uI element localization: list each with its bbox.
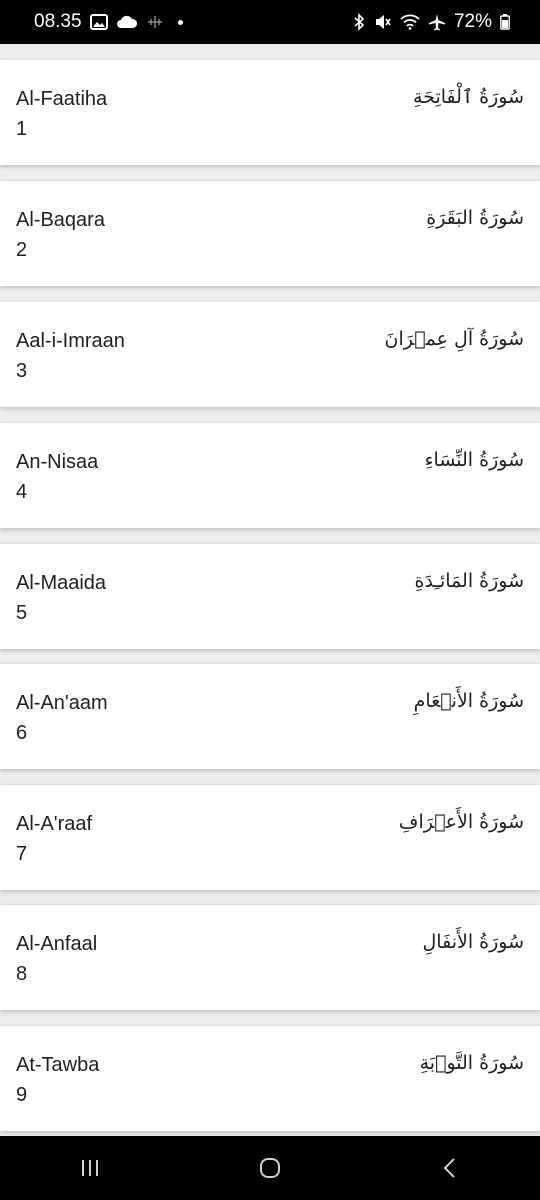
list-item[interactable]: Aal-i-Imraan 3 سُورَةُ آلِ عِمۡرَانَ — [0, 302, 540, 407]
dot-icon — [177, 19, 183, 25]
status-bar-left: 08.35 — [34, 11, 183, 33]
list-item[interactable]: Al-An'aam 6 سُورَةُ الأَنۡعَامِ — [0, 664, 540, 769]
image-icon — [89, 14, 108, 30]
surah-name: Al-An'aam — [16, 692, 108, 714]
list-item[interactable]: At-Tawba 9 سُورَةُ التَّوۡبَةِ — [0, 1026, 540, 1131]
surah-name: Aal-i-Imraan — [16, 330, 125, 352]
status-bar: 08.35 72% — [0, 0, 540, 44]
recent-apps-button[interactable] — [60, 1146, 120, 1190]
list-item[interactable]: Al-Anfaal 8 سُورَةُ الأَنفَالِ — [0, 905, 540, 1010]
list-item[interactable]: Al-Baqara 2 سُورَةُ البَقَرَةِ — [0, 181, 540, 286]
list-item[interactable]: Al-Faatiha 1 سُورَةُ ٱلْفَاتِحَةِ — [0, 60, 540, 165]
surah-name: Al-Faatiha — [16, 88, 108, 110]
surah-number: 9 — [16, 1084, 28, 1106]
bluetooth-icon — [352, 13, 366, 31]
home-button[interactable] — [240, 1146, 300, 1190]
surah-number: 3 — [16, 360, 28, 382]
battery-icon — [500, 14, 510, 30]
wifi-icon — [400, 14, 420, 30]
surah-name: Al-A'raaf — [16, 813, 93, 835]
surah-number: 8 — [16, 963, 28, 985]
surah-number: 6 — [16, 722, 28, 744]
surah-arabic-name: سُورَةُ الأَنفَالِ — [422, 931, 524, 953]
list-item[interactable]: An-Nisaa 4 سُورَةُ النِّسَاءِ — [0, 423, 540, 528]
surah-arabic-name: سُورَةُ البَقَرَةِ — [426, 207, 524, 229]
list-item[interactable]: Al-A'raaf 7 سُورَةُ الأَعۡرَافِ — [0, 785, 540, 890]
navigation-bar — [0, 1136, 540, 1200]
surah-list[interactable]: Al-Faatiha 1 سُورَةُ ٱلْفَاتِحَةِ Al-Baq… — [0, 44, 540, 1136]
surah-arabic-name: سُورَةُ التَّوۡبَةِ — [419, 1052, 524, 1074]
mute-icon — [374, 13, 392, 31]
home-icon — [260, 1158, 280, 1178]
surah-name: An-Nisaa — [16, 451, 99, 473]
surah-name: Al-Baqara — [16, 209, 105, 231]
surah-arabic-name: سُورَةُ آلِ عِمۡرَانَ — [384, 328, 524, 350]
surah-arabic-name: سُورَةُ الأَعۡرَافِ — [398, 811, 524, 833]
back-icon — [443, 1158, 455, 1178]
surah-arabic-name: سُورَةُ ٱلْفَاتِحَةِ — [413, 86, 524, 108]
surah-name: Al-Anfaal — [16, 933, 98, 955]
surah-name: At-Tawba — [16, 1054, 100, 1076]
sparkle-icon — [146, 14, 164, 30]
surah-name: Al-Maaida — [16, 572, 107, 594]
status-bar-right: 72% — [352, 11, 510, 33]
recent-apps-icon — [82, 1160, 98, 1176]
back-button[interactable] — [420, 1146, 480, 1190]
surah-arabic-name: سُورَةُ النِّسَاءِ — [424, 449, 524, 471]
surah-arabic-name: سُورَةُ المَائـِدَةِ — [414, 570, 524, 592]
clock: 08.35 — [34, 11, 82, 32]
airplane-icon — [428, 13, 446, 31]
surah-number: 1 — [16, 118, 28, 140]
surah-number: 5 — [16, 602, 28, 624]
surah-number: 7 — [16, 843, 28, 865]
battery-percent: 72% — [453, 11, 492, 32]
surah-number: 2 — [16, 239, 28, 261]
cloud-icon — [116, 15, 138, 29]
surah-number: 4 — [16, 481, 28, 503]
surah-arabic-name: سُورَةُ الأَنۡعَامِ — [413, 690, 524, 712]
list-item[interactable]: Al-Maaida 5 سُورَةُ المَائـِدَةِ — [0, 544, 540, 649]
